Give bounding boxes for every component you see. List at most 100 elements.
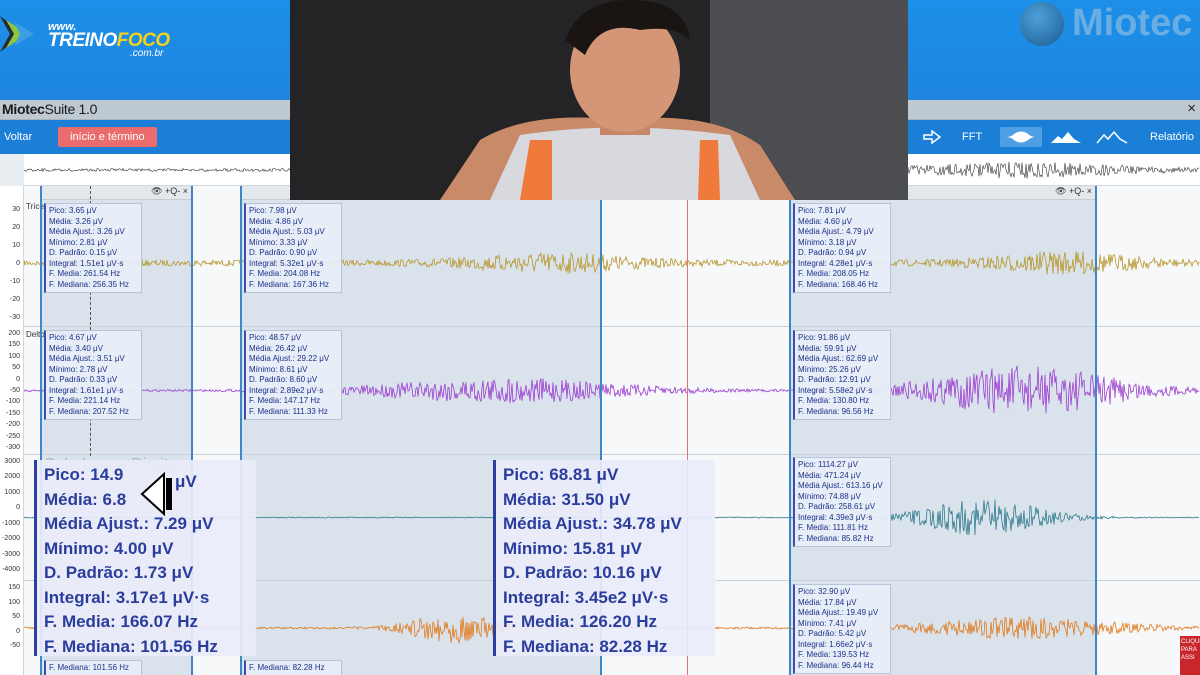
- stat-row: Mínimo: 8.61 μV: [249, 364, 308, 374]
- y-tick-label: 0: [16, 627, 20, 635]
- window-3-controls[interactable]: 👁 +Q- ×: [1055, 186, 1092, 196]
- y-tick-label: -300: [5, 444, 20, 451]
- y-tick-label: -200: [5, 421, 20, 429]
- stats-ch2-window-2: Pico: 48.57 μV Média: 26.42 μV Média Ajust…: [244, 330, 342, 420]
- stat-row: Integral: 3.45e2 μV·s: [503, 587, 669, 607]
- stats-ch2-window-1: Pico: 4.67 μV Média: 3.40 μV Média Ajust.:…: [44, 330, 142, 420]
- window-3-start-marker[interactable]: [789, 186, 791, 675]
- stat-row: Média: 59.91 μV: [798, 343, 857, 353]
- y-axis: 30 20 10 0 -10 -20 -30 200 150 100 50 0 -50 -100 -150-…: [0, 186, 24, 675]
- y-tick-label: 20: [12, 224, 20, 231]
- stat-row: Média Ajust.: 4.79 μV: [798, 227, 874, 236]
- stat-row: Média: 26.42 μV: [249, 343, 308, 353]
- arrow-right-button[interactable]: [922, 127, 942, 147]
- logo-domain: .com.br: [130, 48, 164, 59]
- y-tick-label: -100: [5, 398, 20, 406]
- stat-row: Pico: 1114.27 μV: [798, 460, 858, 469]
- relatorio-button[interactable]: Relatório: [1150, 127, 1194, 147]
- y-tick-label: -50: [9, 642, 20, 649]
- stats-zoom-right: Pico: 68.81 μV Média: 31.50 μV Média Ajust…: [493, 460, 715, 656]
- y-tick-label: 10: [12, 242, 20, 249]
- y-tick-label: -1000: [2, 519, 20, 527]
- stat-row: D. Padrão: 0.33 μV: [49, 375, 118, 384]
- y-tick-label: 2000: [4, 473, 20, 481]
- stat-row: Mínimo: 3.33 μV: [249, 237, 308, 247]
- stat-row: Média Ajust.: 29.22 μV: [249, 354, 330, 363]
- stat-row: Integral: 2.89e2 μV·s: [249, 385, 324, 395]
- fft-button[interactable]: FFT: [962, 127, 982, 147]
- stat-row: D. Padrão: 0.15 μV: [49, 248, 118, 257]
- y-tick-label: 100: [8, 598, 20, 606]
- stat-row: Integral: 5.32e1 μV·s: [249, 258, 324, 268]
- stat-row: Integral: 1.66e2 μV·s: [798, 639, 873, 649]
- stats-ch1-window-1: Pico: 3.65 μV Média: 3.26 μV Média Ajust.:…: [44, 203, 142, 293]
- channel-area[interactable]: 30 20 10 0 -10 -20 -30 200 150 100 50 0 -50 -100 -150-…: [0, 186, 1200, 675]
- close-window-button[interactable]: ×: [1187, 100, 1196, 117]
- stat-row: D. Padrão: 8.60 μV: [249, 375, 318, 384]
- area-view-button[interactable]: [1048, 127, 1084, 147]
- stat-row: Mínimo: 4.00 μV: [44, 538, 174, 558]
- stat-row: Integral: 4.39e3 μV·s: [798, 512, 873, 522]
- stat-row: Mínimo: 25.26 μV: [798, 364, 861, 374]
- stats-ch2-window-3: Pico: 91.86 μV Média: 59.91 μV Média Ajust…: [793, 330, 891, 420]
- stat-row: D. Padrão: 1.73 μV: [44, 563, 194, 582]
- webcam-overlay: [290, 0, 908, 200]
- presenter-video: [290, 0, 908, 200]
- stat-row: F. Media: 221.14 Hz: [49, 396, 121, 405]
- channel-1-signal: [24, 251, 1200, 275]
- stat-row: F. Mediana: 167.36 Hz: [249, 279, 330, 289]
- y-tick-label: 150: [8, 341, 20, 349]
- stat-row: Pico: 48.57 μV: [249, 333, 302, 342]
- stat-row: Média: 4.86 μV: [249, 216, 303, 226]
- stat-row: Pico: 91.86 μV: [798, 333, 851, 342]
- y-tick-label: 30: [12, 206, 20, 213]
- y-tick-label: 3000: [4, 458, 20, 465]
- inicio-termino-button[interactable]: início e término: [58, 127, 157, 147]
- y-tick-label: -150: [5, 409, 20, 417]
- miotec-logo: Miotec: [1020, 0, 1200, 50]
- stat-row: F. Media: 111.81 Hz: [798, 523, 868, 532]
- signal-trace: [24, 365, 1200, 414]
- stat-row: Mínimo: 2.81 μV: [49, 237, 108, 247]
- stat-row: Pico: 32.90 μV: [798, 587, 851, 596]
- stat-row: Integral: 4.28e1 μV·s: [798, 258, 873, 268]
- y-tick-label: 0: [16, 260, 20, 267]
- y-tick-label: -3000: [2, 550, 20, 558]
- stat-row: F. Mediana: 207.52 Hz: [49, 406, 130, 416]
- stat-row: D. Padrão: 5.42 μV: [798, 629, 867, 638]
- stat-row: F. Mediana: 82.28 Hz: [503, 636, 668, 656]
- envelope-view-button[interactable]: [1000, 127, 1042, 147]
- stat-row: F. Mediana: 256.35 Hz: [49, 279, 130, 289]
- window-1-controls[interactable]: 👁 +Q- ×: [151, 186, 188, 196]
- stat-row: F. Mediana: 82.28 Hz: [249, 663, 325, 672]
- stat-row: Integral: 1.61e1 μV·s: [49, 385, 124, 395]
- y-tick-label: 0: [16, 375, 20, 383]
- voltar-button[interactable]: Voltar: [4, 127, 32, 147]
- line-view-button[interactable]: [1094, 127, 1130, 147]
- stat-row: F. Media: 261.54 Hz: [49, 269, 121, 278]
- stat-row: Média: 3.26 μV: [49, 216, 103, 226]
- y-tick-label: -2000: [2, 535, 20, 543]
- stat-row: F. Mediana: 111.33 Hz: [249, 406, 328, 416]
- stat-row: F. Media: 126.20 Hz: [503, 612, 658, 631]
- stats-ch4-window-1-tail: F. Mediana: 101.56 Hz: [44, 660, 142, 675]
- stat-row: Pico: 7.81 μV: [798, 206, 846, 215]
- stat-row: Mínimo: 2.78 μV: [49, 364, 108, 374]
- stat-row: F. Mediana: 101.56 Hz: [49, 663, 130, 672]
- globe-icon: [1020, 2, 1064, 46]
- app-title-a: Miotec: [2, 101, 45, 117]
- side-cta-badge[interactable]: CLIQUE PARA ASSI: [1180, 636, 1200, 675]
- stat-row: Pico: 3.65 μV: [49, 206, 97, 215]
- stat-row: F. Media: 139.53 Hz: [798, 650, 870, 659]
- y-tick-label: 100: [8, 352, 20, 360]
- y-tick-label: 50: [12, 364, 20, 372]
- stat-row: F. Mediana: 101.56 Hz: [44, 636, 218, 656]
- stat-row: F. Mediana: 96.56 Hz: [798, 406, 874, 416]
- y-tick-label: -50: [9, 387, 20, 394]
- window-3-end-marker[interactable]: [1095, 186, 1097, 675]
- y-tick-label: -20: [9, 296, 20, 303]
- stat-row: Média Ajust.: 62.69 μV: [798, 354, 879, 363]
- stat-row: Média Ajust.: 613.16 μV: [798, 481, 883, 490]
- chevron-logo-icon: [0, 16, 34, 52]
- stat-row: Média: 471.24 μV: [798, 470, 861, 480]
